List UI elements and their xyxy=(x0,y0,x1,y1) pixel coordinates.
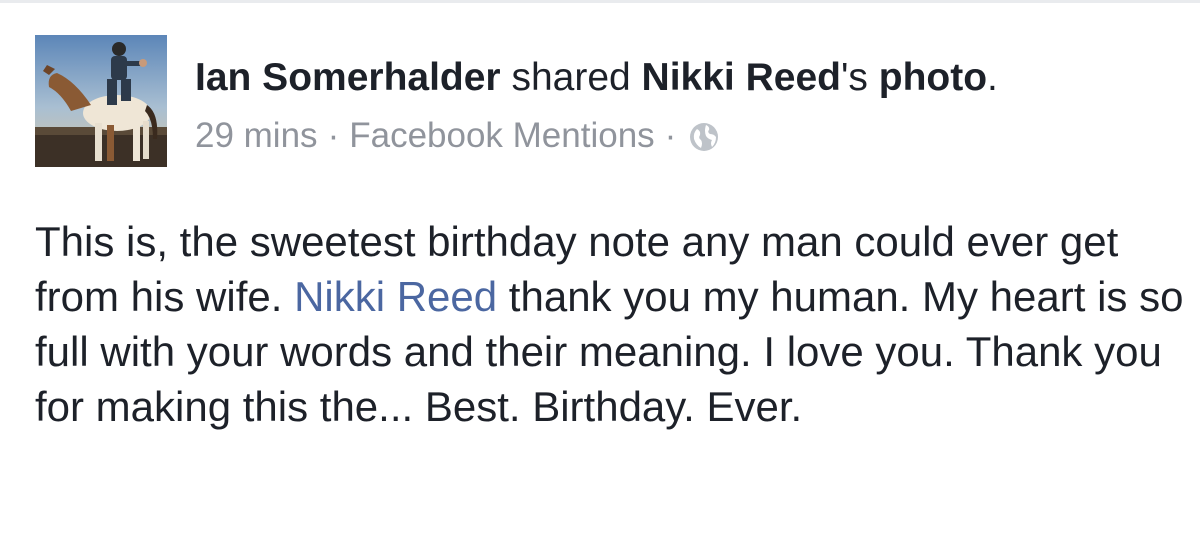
post-body-text: This is, the sweetest birthday note any … xyxy=(35,214,1185,434)
meta-separator-2: · xyxy=(664,116,677,155)
globe-icon[interactable] xyxy=(688,120,720,152)
post-title-line: Ian Somerhalder shared Nikki Reed's phot… xyxy=(195,54,1175,102)
author-name-link[interactable]: Ian Somerhalder xyxy=(195,56,501,99)
post-timestamp[interactable]: 29 mins xyxy=(195,114,318,158)
author-avatar[interactable] xyxy=(35,35,167,167)
title-period: . xyxy=(987,56,998,99)
meta-separator: · xyxy=(327,116,340,155)
shared-from-link[interactable]: Nikki Reed xyxy=(642,56,841,99)
shared-object-link[interactable]: photo xyxy=(879,56,987,99)
action-verb: shared xyxy=(511,56,631,99)
top-divider xyxy=(0,0,1200,3)
post-meta-line: 29 mins · Facebook Mentions · xyxy=(195,114,1175,158)
post-source[interactable]: Facebook Mentions xyxy=(349,114,654,158)
avatar-horse-rider-image xyxy=(35,35,167,167)
mention-link[interactable]: Nikki Reed xyxy=(294,273,497,320)
post-header: Ian Somerhalder shared Nikki Reed's phot… xyxy=(195,54,1175,158)
possessive-suffix: 's xyxy=(840,56,868,99)
